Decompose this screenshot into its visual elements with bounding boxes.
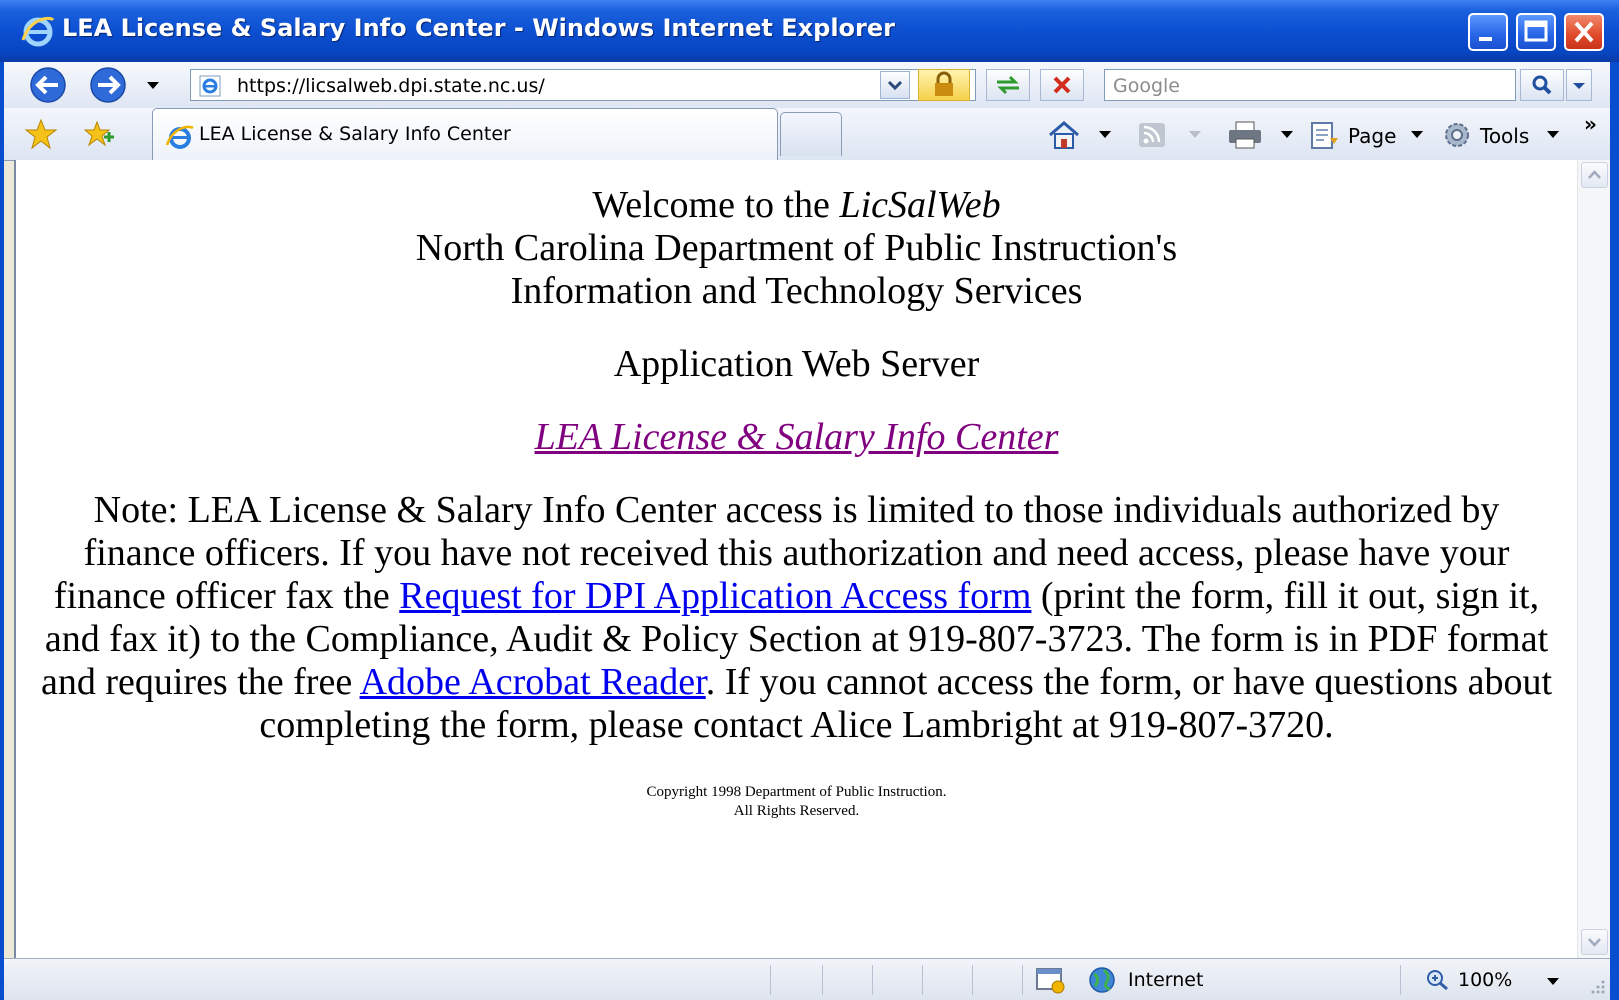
page-icon: [199, 75, 221, 97]
page-dropdown-icon[interactable]: [1410, 128, 1424, 140]
security-lock-button[interactable]: [918, 69, 970, 101]
scroll-up-button[interactable]: [1581, 162, 1608, 188]
status-divider: [770, 965, 771, 995]
resize-grip-icon[interactable]: [1588, 977, 1606, 995]
favorites-star-icon[interactable]: [24, 117, 58, 151]
copyright-line-1: Copyright 1998 Department of Public Inst…: [646, 784, 947, 800]
maximize-icon: [1524, 20, 1548, 42]
chevron-down-icon: [1588, 938, 1601, 947]
zoom-dropdown-icon[interactable]: [1546, 975, 1560, 987]
history-dropdown-icon[interactable]: [146, 79, 160, 91]
page-icon[interactable]: [1308, 120, 1342, 150]
search-options-button[interactable]: [1566, 69, 1592, 101]
new-tab-button[interactable]: [780, 112, 842, 156]
title-bar[interactable]: LEA License & Salary Info Center - Windo…: [0, 0, 1619, 62]
status-bar: Internet 100%: [0, 958, 1619, 1000]
search-box[interactable]: Google: [1104, 69, 1516, 101]
licsalweb-name: LicSalWeb: [839, 184, 1001, 226]
internet-explorer-icon: [165, 125, 194, 149]
copyright: Copyright 1998 Department of Public Inst…: [16, 783, 1577, 821]
lea-license-salary-link[interactable]: LEA License & Salary Info Center: [535, 416, 1059, 459]
tab-lea-license-salary[interactable]: LEA License & Salary Info Center: [152, 108, 778, 160]
gear-icon[interactable]: [1440, 120, 1474, 150]
request-access-form-link[interactable]: Request for DPI Application Access form: [399, 575, 1031, 617]
address-url[interactable]: https://licsalweb.dpi.state.nc.us/: [237, 75, 545, 97]
status-divider: [822, 965, 823, 995]
window-title: LEA License & Salary Info Center - Windo…: [62, 14, 895, 42]
chevron-down-icon: [887, 80, 903, 91]
globe-icon: [1089, 967, 1115, 993]
stop-button[interactable]: [1040, 69, 1084, 101]
forward-arrow-icon[interactable]: [84, 67, 132, 103]
command-bar: LEA License & Salary Info Center Page To…: [0, 108, 1619, 161]
window-frame-left: [0, 62, 4, 1000]
scroll-down-button[interactable]: [1581, 929, 1608, 955]
page-menu-label[interactable]: Page: [1348, 124, 1396, 148]
adobe-acrobat-reader-link[interactable]: Adobe Acrobat Reader: [360, 661, 706, 703]
protected-mode-icon[interactable]: [1034, 965, 1068, 995]
navigation-bar: https://licsalweb.dpi.state.nc.us/ Googl…: [0, 62, 1619, 109]
close-icon: [1574, 21, 1594, 43]
feeds-dropdown-icon: [1189, 131, 1201, 138]
stop-icon: [1053, 76, 1071, 94]
welcome-prefix: Welcome to the: [592, 184, 840, 226]
zoom-icon[interactable]: [1424, 968, 1452, 992]
web-content: Welcome to the LicSalWeb North Carolina …: [14, 160, 1577, 958]
tools-menu-label[interactable]: Tools: [1480, 124, 1529, 148]
minimize-button[interactable]: [1468, 13, 1508, 51]
close-button[interactable]: [1564, 13, 1604, 51]
status-divider: [972, 965, 973, 995]
search-icon: [1532, 75, 1552, 95]
app-server-heading: Application Web Server: [613, 343, 980, 385]
tools-dropdown-icon[interactable]: [1546, 128, 1560, 140]
vertical-scrollbar[interactable]: [1577, 160, 1611, 958]
back-arrow-icon[interactable]: [24, 67, 72, 103]
add-favorite-icon[interactable]: [82, 117, 116, 151]
print-icon[interactable]: [1226, 120, 1264, 150]
home-icon[interactable]: [1046, 120, 1082, 150]
zoom-level[interactable]: 100%: [1458, 969, 1512, 991]
copyright-line-2: All Rights Reserved.: [733, 803, 860, 819]
chevron-down-icon: [1573, 83, 1585, 89]
internet-explorer-icon: [21, 16, 55, 47]
address-bar[interactable]: https://licsalweb.dpi.state.nc.us/: [190, 69, 976, 101]
home-dropdown-icon[interactable]: [1098, 128, 1112, 140]
search-placeholder[interactable]: Google: [1113, 75, 1180, 97]
chevron-up-icon: [1588, 170, 1601, 179]
lock-icon: [935, 71, 953, 96]
refresh-icon: [997, 75, 1019, 95]
page-body: Welcome to the LicSalWeb North Carolina …: [16, 160, 1577, 821]
address-dropdown-button[interactable]: [880, 71, 910, 99]
welcome-heading: Welcome to the LicSalWeb: [16, 184, 1577, 227]
status-divider: [922, 965, 923, 995]
window-frame-right: [1610, 62, 1619, 1000]
page-header: Welcome to the LicSalWeb North Carolina …: [16, 184, 1577, 313]
division-line: Information and Technology Services: [510, 270, 1083, 312]
minimize-icon: [1479, 37, 1492, 41]
browser-window: LEA License & Salary Info Center - Windo…: [0, 0, 1619, 1000]
maximize-button[interactable]: [1516, 13, 1556, 51]
search-button[interactable]: [1520, 69, 1564, 101]
refresh-button[interactable]: [986, 69, 1030, 101]
department-line: North Carolina Department of Public Inst…: [415, 227, 1178, 269]
status-divider: [1400, 965, 1401, 995]
access-note: Note: LEA License & Salary Info Center a…: [34, 489, 1559, 747]
feeds-icon[interactable]: [1136, 120, 1168, 150]
print-dropdown-icon[interactable]: [1280, 128, 1294, 140]
toolbar-overflow-chevron[interactable]: »: [1584, 112, 1597, 136]
status-divider: [872, 965, 873, 995]
security-zone-label: Internet: [1128, 969, 1204, 991]
tab-label: LEA License & Salary Info Center: [199, 123, 511, 145]
status-divider: [1022, 965, 1023, 995]
